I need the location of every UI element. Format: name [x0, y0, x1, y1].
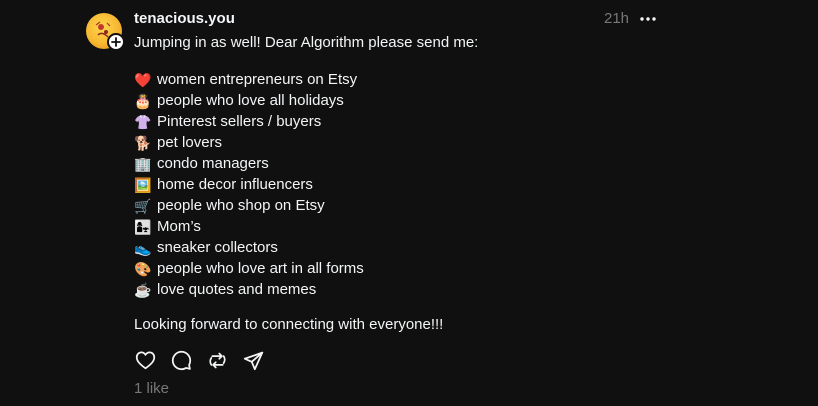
post-timestamp[interactable]: 21h [604, 10, 629, 28]
list-item-text: Pinterest sellers / buyers [157, 113, 322, 130]
list-item-text: women entrepreneurs on Etsy [157, 71, 358, 88]
list-item-text: people who shop on Etsy [157, 197, 325, 214]
repost-button[interactable] [206, 349, 228, 371]
list-item: 🐕 pet lovers [134, 132, 364, 153]
list-item: 👟 sneaker collectors [134, 237, 364, 258]
like-button[interactable] [134, 349, 156, 371]
list-item: 👩‍👧 Mom’s [134, 216, 364, 237]
dog-icon: 🐕 [134, 134, 152, 151]
interest-list: ❤️ women entrepreneurs on Etsy 🎂 people who… [134, 69, 364, 300]
artist-palette-icon: 🎨 [134, 260, 152, 277]
office-building-icon: 🏢 [134, 155, 152, 172]
list-item: 🏢 condo managers [134, 153, 364, 174]
birthday-cake-icon: 🎂 [134, 92, 152, 109]
blouse-icon: 👚 [134, 113, 152, 130]
share-button[interactable] [242, 349, 264, 371]
coffee-icon: ☕ [134, 281, 152, 298]
sneaker-icon: 👟 [134, 239, 152, 256]
thread-post: tenacious.you 21h Jumping in as well! De… [0, 0, 818, 406]
list-item: 🖼️ home decor influencers [134, 174, 364, 195]
list-item-text: pet lovers [157, 134, 223, 151]
more-horizontal-icon [640, 17, 656, 21]
more-options-button[interactable] [639, 12, 657, 26]
list-item-text: sneaker collectors [157, 239, 278, 256]
send-icon [243, 351, 263, 370]
follow-plus-button[interactable] [107, 33, 125, 51]
list-item: ❤️ women entrepreneurs on Etsy [134, 69, 364, 90]
avatar[interactable] [86, 13, 125, 51]
list-item-text: people who love all holidays [157, 92, 344, 109]
post-closing-text: Looking forward to connecting with every… [134, 316, 444, 333]
list-item-text: people who love art in all forms [157, 260, 364, 277]
list-item: 🎂 people who love all holidays [134, 90, 364, 111]
list-item-text: home decor influencers [157, 176, 313, 193]
framed-picture-icon: 🖼️ [134, 176, 152, 193]
list-item: ☕ love quotes and memes [134, 279, 364, 300]
post-intro-text: Jumping in as well! Dear Algorithm pleas… [134, 34, 479, 51]
list-item: 👚 Pinterest sellers / buyers [134, 111, 364, 132]
list-item-text: love quotes and memes [157, 281, 317, 298]
red-heart-icon: ❤️ [134, 71, 152, 88]
list-item-text: condo managers [157, 155, 269, 172]
like-count[interactable]: 1 like [134, 380, 169, 398]
action-bar [134, 349, 278, 371]
mother-daughter-icon: 👩‍👧 [134, 218, 152, 235]
reply-button[interactable] [170, 349, 192, 371]
list-item: 🎨 people who love art in all forms [134, 258, 364, 279]
plus-icon [111, 37, 121, 47]
username-link[interactable]: tenacious.you [134, 10, 235, 28]
repost-icon [208, 352, 226, 368]
shopping-cart-icon: 🛒 [134, 197, 152, 214]
heart-icon [135, 351, 155, 370]
list-item: 🛒 people who shop on Etsy [134, 195, 364, 216]
comment-bubble-icon [171, 350, 191, 370]
list-item-text: Mom’s [157, 218, 201, 235]
